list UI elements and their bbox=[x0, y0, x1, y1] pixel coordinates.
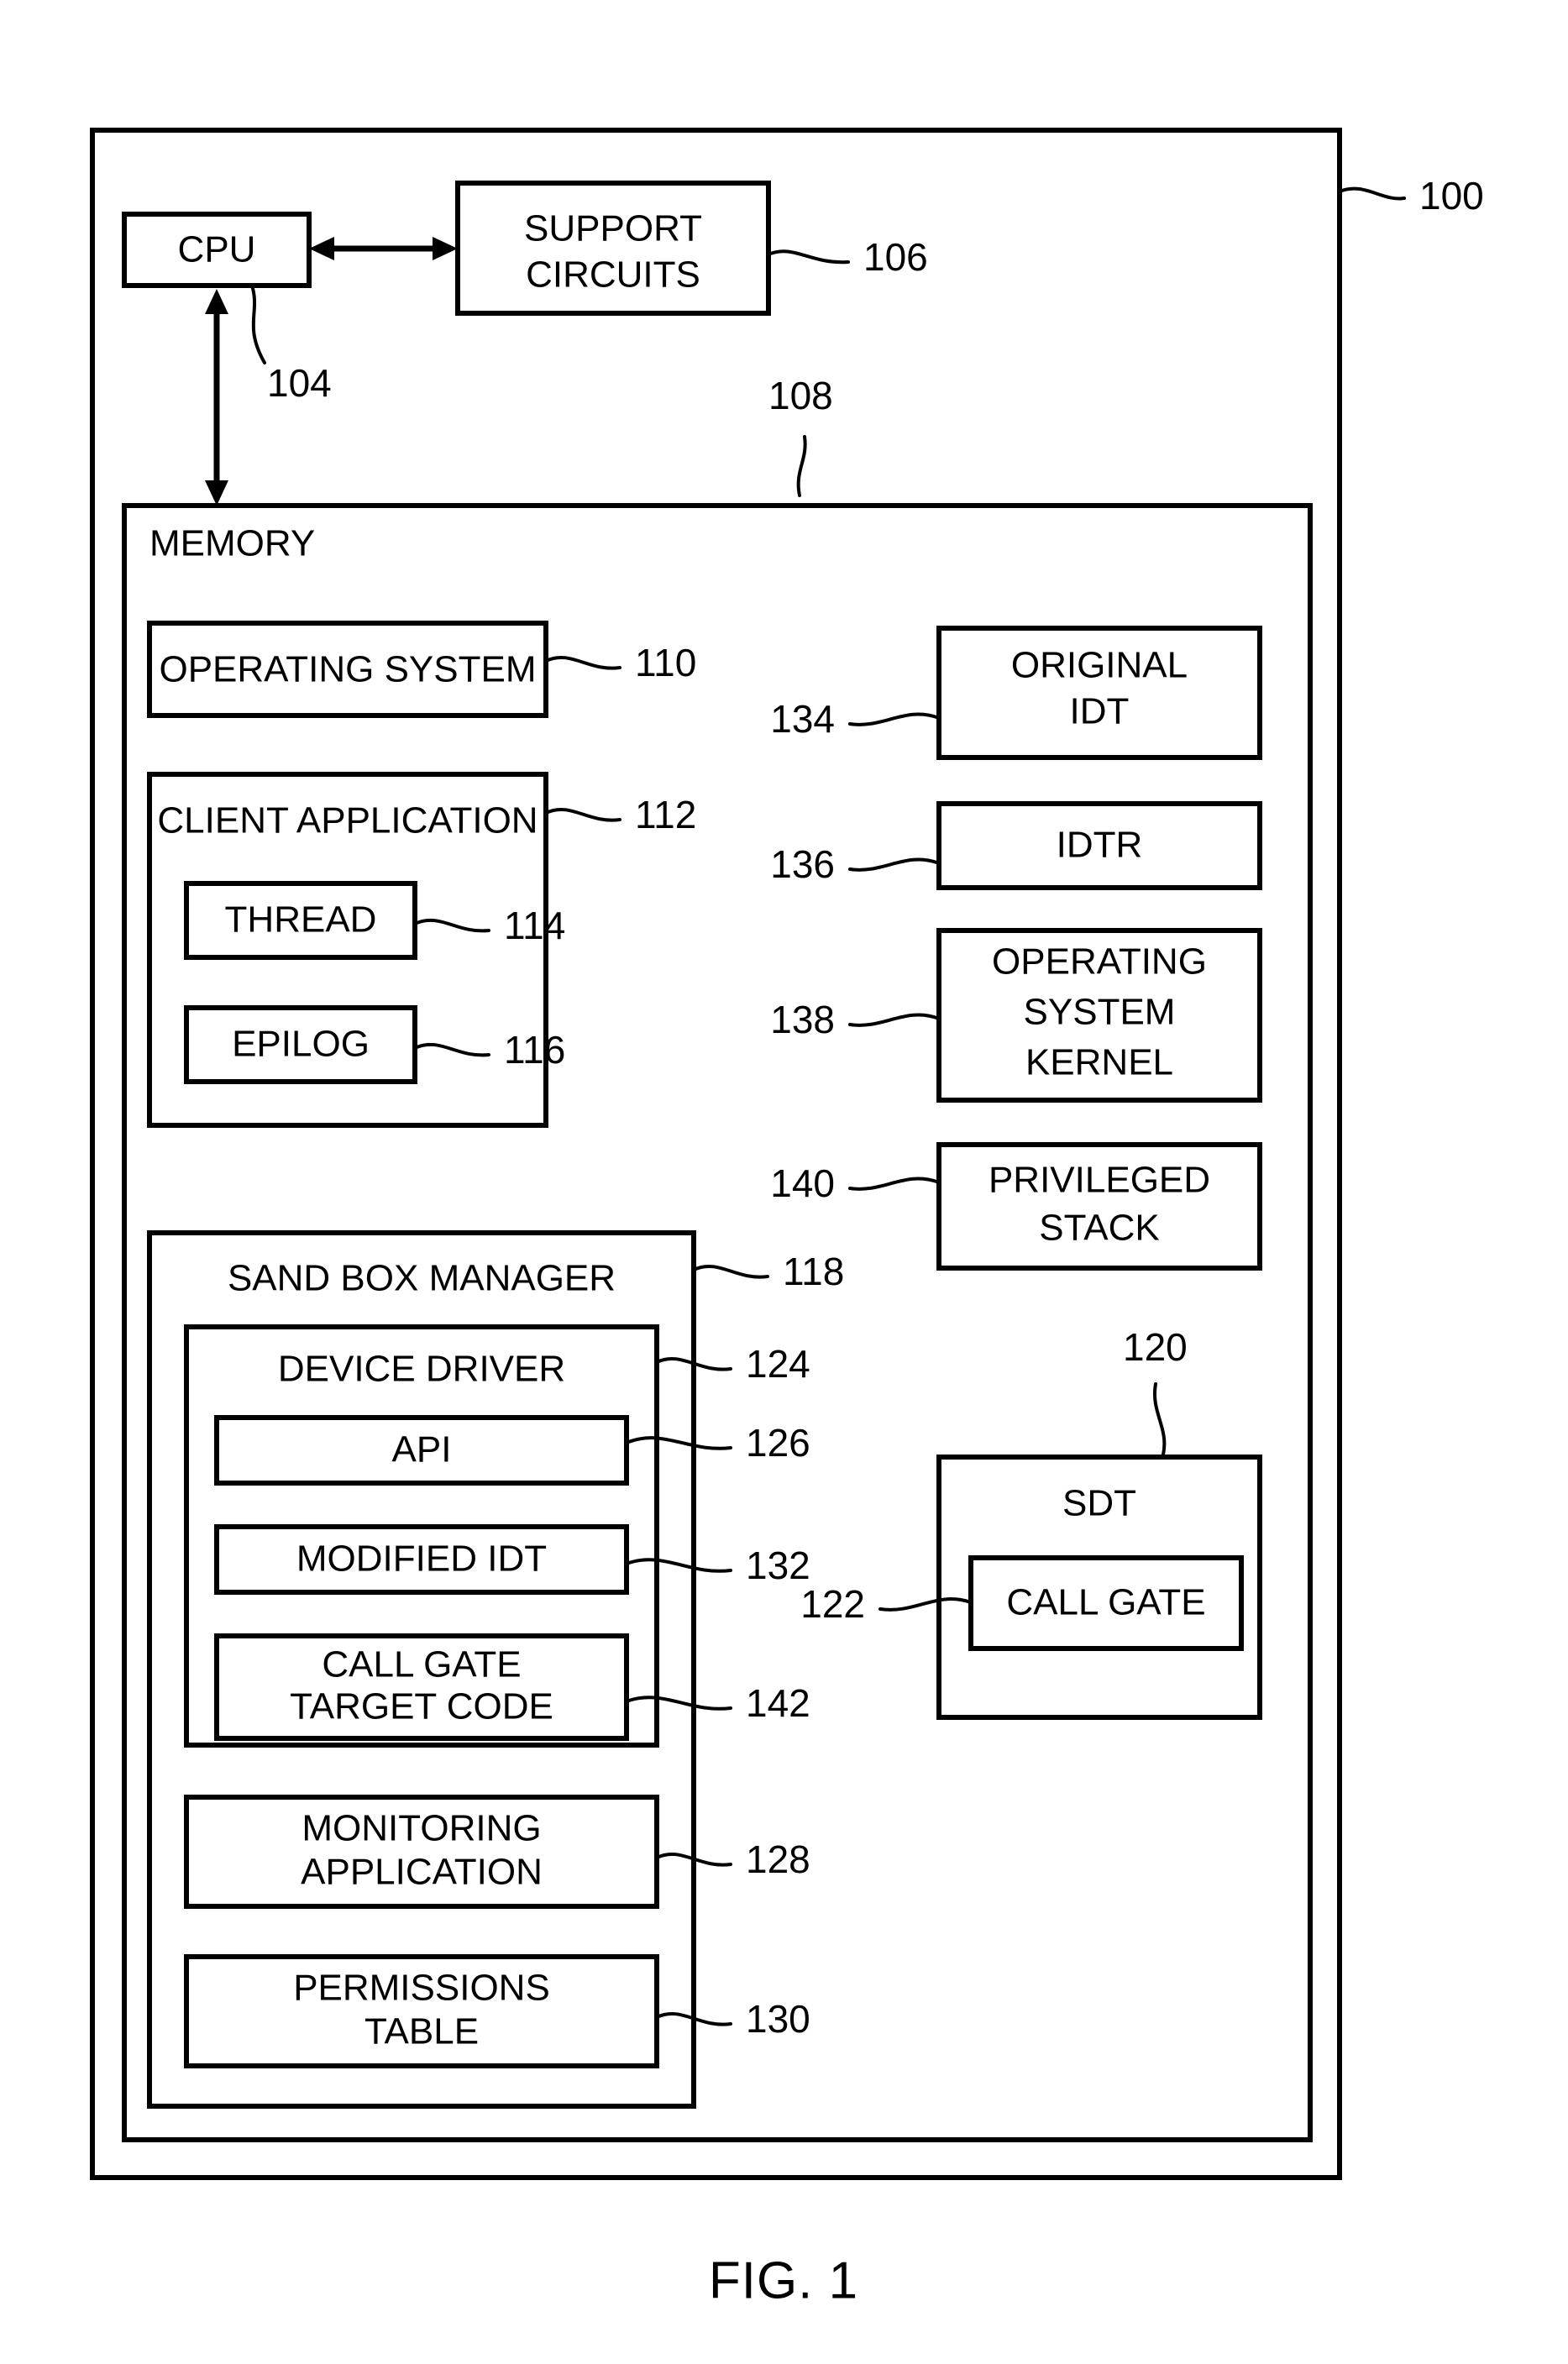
ref-106: 106 bbox=[863, 235, 928, 279]
leader-line-126 bbox=[625, 1436, 732, 1450]
leader-line-104 bbox=[250, 284, 266, 364]
patent-figure-page: 100 CPU 104 SUPPORT CIRCUITS 106 MEMORY bbox=[0, 0, 1568, 2364]
privileged-stack-label-line1: PRIVILEGED bbox=[989, 1160, 1210, 1201]
permissions-table-label-line1: PERMISSIONS bbox=[293, 1968, 550, 2009]
figure-caption: FIG. 1 bbox=[709, 2251, 858, 2309]
leader-line-132 bbox=[625, 1558, 732, 1573]
ref-120: 120 bbox=[1123, 1325, 1188, 1369]
ref-142: 142 bbox=[746, 1681, 810, 1725]
epilog-label: EPILOG bbox=[232, 1024, 370, 1065]
leader-line-136 bbox=[848, 857, 941, 872]
leader-line-110 bbox=[544, 655, 621, 670]
leader-line-112 bbox=[544, 807, 621, 822]
sdt-call-gate-label: CALL GATE bbox=[1006, 1582, 1205, 1623]
ref-124: 124 bbox=[746, 1342, 810, 1386]
ref-122: 122 bbox=[800, 1582, 865, 1626]
call-gate-target-code-label-line2: TARGET CODE bbox=[290, 1686, 553, 1727]
leader-line-138 bbox=[848, 1013, 941, 1027]
ref-116: 116 bbox=[504, 1028, 565, 1072]
ref-140: 140 bbox=[770, 1161, 835, 1205]
leader-line-122 bbox=[878, 1597, 973, 1612]
cpu-support-circuits-connector bbox=[309, 237, 458, 260]
cpu-label: CPU bbox=[178, 229, 256, 270]
call-gate-target-code-label-line1: CALL GATE bbox=[322, 1644, 521, 1685]
support-circuits-label-line2: CIRCUITS bbox=[526, 254, 700, 296]
sand-box-manager-label: SAND BOX MANAGER bbox=[228, 1258, 616, 1299]
operating-system-kernel-label-line1: OPERATING bbox=[992, 941, 1207, 983]
sdt-label: SDT bbox=[1062, 1483, 1136, 1524]
leader-line-120 bbox=[1152, 1382, 1167, 1456]
figure-1-block-diagram: 100 CPU 104 SUPPORT CIRCUITS 106 MEMORY bbox=[90, 128, 1484, 2309]
monitoring-application-label-line2: APPLICATION bbox=[301, 1852, 543, 1893]
ref-138: 138 bbox=[770, 998, 835, 1041]
operating-system-kernel-label-line2: SYSTEM bbox=[1024, 992, 1176, 1033]
original-idt-label-line1: ORIGINAL bbox=[1011, 645, 1188, 686]
original-idt-label-line2: IDT bbox=[1070, 691, 1130, 732]
ref-134: 134 bbox=[770, 697, 835, 741]
ref-132: 132 bbox=[746, 1544, 810, 1587]
support-circuits-label-line1: SUPPORT bbox=[524, 208, 702, 249]
memory-label: MEMORY bbox=[149, 523, 315, 564]
permissions-table-label-line2: TABLE bbox=[364, 2011, 479, 2052]
ref-104: 104 bbox=[267, 361, 332, 405]
monitoring-application-label-line1: MONITORING bbox=[302, 1808, 541, 1849]
ref-114: 114 bbox=[504, 904, 565, 947]
memory-box bbox=[122, 503, 1313, 2142]
operating-system-kernel-label-line3: KERNEL bbox=[1025, 1042, 1173, 1083]
ref-108: 108 bbox=[768, 374, 833, 417]
ref-126: 126 bbox=[746, 1421, 810, 1465]
leader-line-134 bbox=[848, 712, 941, 726]
cpu-memory-connector bbox=[205, 289, 228, 506]
leader-line-106 bbox=[767, 249, 850, 265]
leader-line-100 bbox=[1338, 186, 1406, 201]
leader-line-118 bbox=[692, 1264, 769, 1279]
modified-idt-label: MODIFIED IDT bbox=[296, 1538, 547, 1580]
leader-line-108 bbox=[796, 435, 807, 497]
leader-line-116 bbox=[413, 1042, 490, 1057]
operating-system-label: OPERATING SYSTEM bbox=[159, 649, 536, 690]
ref-136: 136 bbox=[770, 842, 835, 886]
ref-128: 128 bbox=[746, 1837, 810, 1881]
ref-112: 112 bbox=[635, 793, 696, 836]
client-application-label: CLIENT APPLICATION bbox=[157, 800, 538, 841]
privileged-stack-label-line2: STACK bbox=[1039, 1208, 1159, 1249]
api-label: API bbox=[392, 1429, 452, 1470]
leader-line-142 bbox=[625, 1696, 732, 1711]
ref-118: 118 bbox=[783, 1250, 844, 1293]
ref-100: 100 bbox=[1419, 174, 1484, 218]
system-outer-frame bbox=[90, 128, 1342, 2180]
ref-110: 110 bbox=[635, 641, 696, 684]
thread-label: THREAD bbox=[225, 899, 377, 941]
device-driver-label: DEVICE DRIVER bbox=[278, 1349, 565, 1390]
leader-line-140 bbox=[848, 1177, 941, 1191]
idtr-label: IDTR bbox=[1057, 825, 1143, 866]
leader-line-114 bbox=[413, 918, 490, 933]
ref-130: 130 bbox=[746, 1997, 810, 2041]
